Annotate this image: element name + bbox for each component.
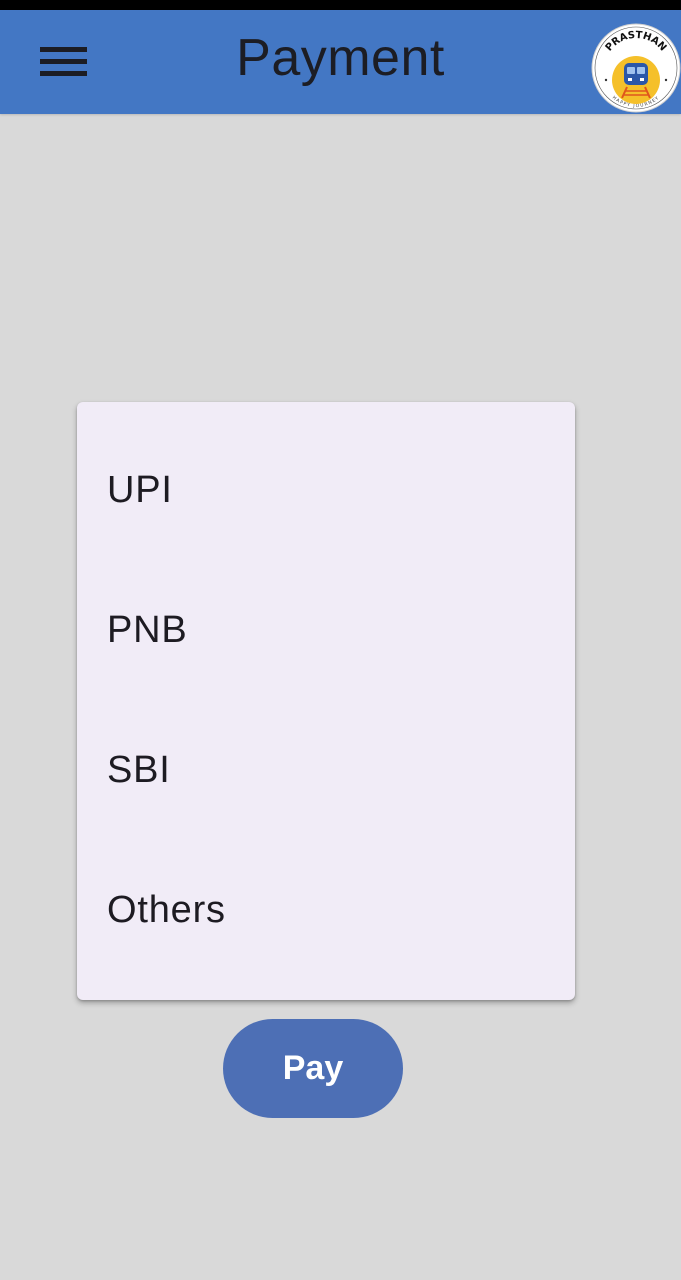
- payment-options-menu: UPI PNB SBI Others: [77, 402, 575, 1000]
- status-bar: [0, 0, 681, 10]
- pay-button[interactable]: Pay: [223, 1019, 403, 1118]
- app-bar: Payment PRASTHAN HAPPY JOURNEY: [0, 10, 681, 114]
- page-title: Payment: [236, 29, 445, 87]
- menu-item-sbi[interactable]: SBI: [77, 700, 575, 840]
- menu-item-others[interactable]: Others: [77, 840, 575, 980]
- menu-item-pnb[interactable]: PNB: [77, 560, 575, 700]
- app-logo[interactable]: PRASTHAN HAPPY JOURNEY: [590, 22, 681, 114]
- menu-item-upi[interactable]: UPI: [77, 420, 575, 560]
